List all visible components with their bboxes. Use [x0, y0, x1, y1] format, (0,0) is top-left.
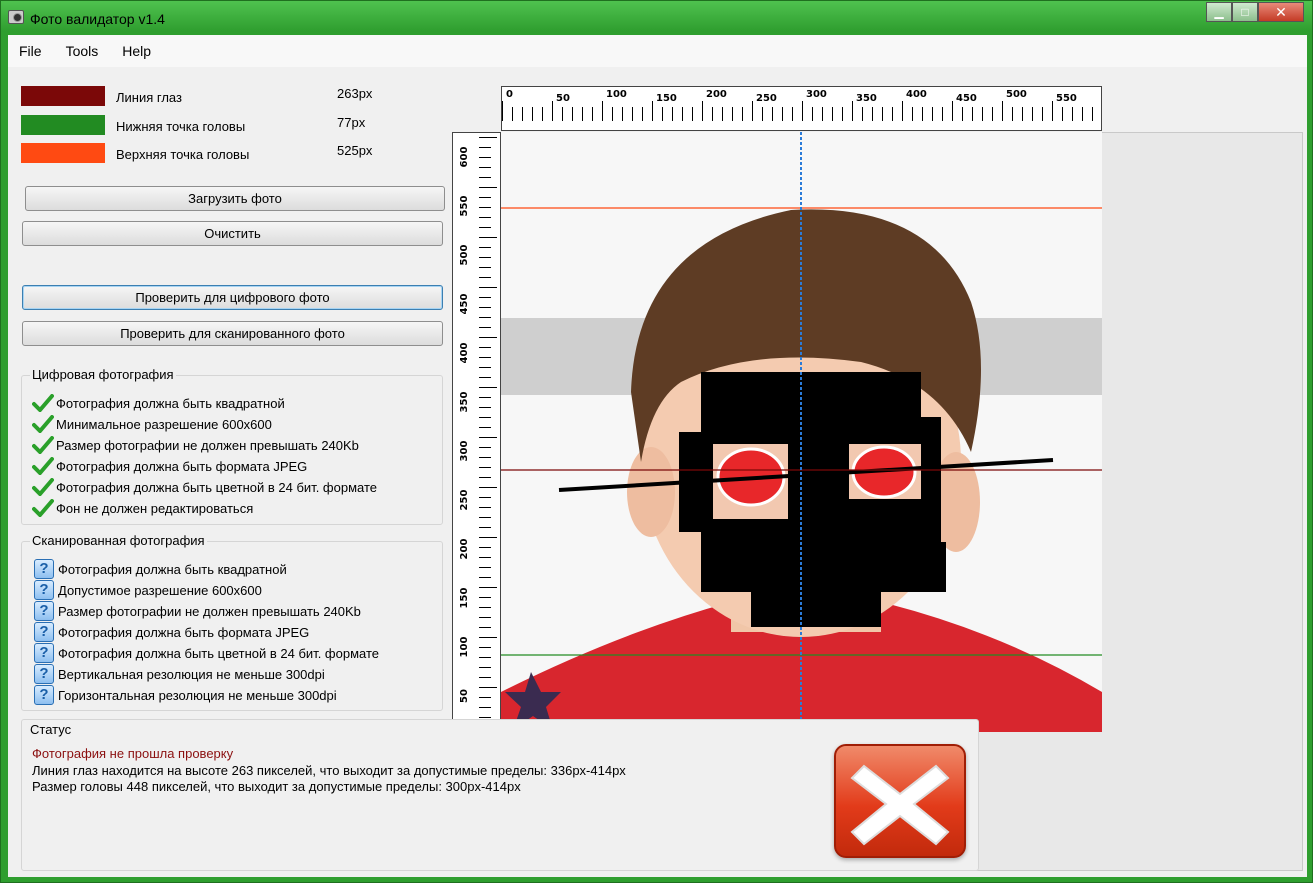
ruler-label: 550 — [459, 196, 470, 217]
chin-point-label: Нижняя точка головы — [116, 119, 246, 134]
menu-help[interactable]: Help — [119, 41, 154, 61]
ruler-label: 400 — [906, 89, 927, 100]
ruler-label: 50 — [459, 689, 470, 703]
ruler-label: 450 — [956, 93, 977, 104]
ruler-label: 350 — [459, 392, 470, 413]
top-point-value: 525px — [337, 143, 373, 158]
close-button[interactable]: ✕ — [1258, 2, 1304, 22]
digital-photo-group: Цифровая фотография Фотография должна бы… — [21, 367, 443, 525]
check-digital-button[interactable]: Проверить для цифрового фото — [22, 285, 443, 310]
question-icon: ? — [34, 685, 54, 705]
requirement-text: Фотография должна быть квадратной — [56, 396, 285, 411]
requirement-text: Вертикальная резолюция не меньше 300dpi — [58, 667, 325, 682]
title-bar[interactable]: Фото валидатор v1.4 ▁ □ ✕ — [1, 1, 1312, 35]
digital-group-title: Цифровая фотография — [30, 367, 176, 382]
ruler-label: 500 — [1006, 89, 1027, 100]
requirement-text: Фотография должна быть цветной в 24 бит.… — [58, 646, 379, 661]
ruler-label: 250 — [756, 93, 777, 104]
checkmark-icon — [32, 478, 54, 496]
requirement-text: Фотография должна быть квадратной — [58, 562, 287, 577]
requirement-text: Фотография должна быть цветной в 24 бит.… — [56, 480, 377, 495]
status-error-text: Фотография не прошла проверку — [32, 746, 234, 761]
ruler-label: 150 — [459, 588, 470, 609]
chin-point-swatch — [21, 115, 105, 135]
ruler-label: 150 — [656, 93, 677, 104]
eye-line-swatch — [21, 86, 105, 106]
ruler-label: 250 — [459, 490, 470, 511]
ruler-label: 600 — [459, 147, 470, 168]
chin-point-value: 77px — [337, 115, 366, 130]
ruler-label: 450 — [459, 294, 470, 315]
ruler-label: 400 — [459, 343, 470, 364]
question-icon: ? — [34, 559, 54, 579]
legend-top-point: Верхняя точка головы 525px — [21, 143, 401, 163]
window-controls: ▁ □ ✕ — [1206, 2, 1304, 22]
eye-line-label: Линия глаз — [116, 90, 182, 105]
legend-eye-line: Линия глаз 263px — [21, 86, 401, 106]
checkmark-icon — [32, 436, 54, 454]
ruler-label: 0 — [506, 89, 513, 100]
ruler-label: 100 — [606, 89, 627, 100]
status-title: Статус — [30, 722, 72, 737]
client-area: File Tools Help Линия глаз 263px Нижняя … — [8, 35, 1307, 877]
horizontal-ruler: 050100150200250300350400450500550600 — [501, 86, 1102, 131]
question-icon: ? — [34, 601, 54, 621]
eye-line-value: 263px — [337, 86, 373, 101]
minimize-button[interactable]: ▁ — [1206, 2, 1232, 22]
error-x-icon — [834, 744, 966, 858]
requirement-text: Фотография должна быть формата JPEG — [58, 625, 310, 640]
check-scanned-button[interactable]: Проверить для сканированного фото — [22, 321, 443, 346]
requirement-text: Фон не должен редактироваться — [56, 501, 254, 516]
maximize-button[interactable]: □ — [1232, 2, 1258, 22]
camera-icon — [8, 10, 24, 24]
ruler-label: 500 — [459, 245, 470, 266]
checkmark-icon — [32, 457, 54, 475]
top-point-swatch — [21, 143, 105, 163]
window-title: Фото валидатор v1.4 — [30, 11, 165, 27]
requirement-text: Фотография должна быть формата JPEG — [56, 459, 308, 474]
ruler-label: 300 — [459, 441, 470, 462]
app-window: Фото валидатор v1.4 ▁ □ ✕ File Tools Hel… — [0, 0, 1313, 883]
ruler-label: 100 — [459, 637, 470, 658]
ear-left — [627, 447, 675, 537]
ruler-label: 200 — [459, 539, 470, 560]
requirement-text: Допустимое разрешение 600x600 — [58, 583, 262, 598]
question-icon: ? — [34, 580, 54, 600]
checkmark-icon — [32, 415, 54, 433]
ruler-label: 50 — [556, 93, 570, 104]
status-eye-line-text: Линия глаз находится на высоте 263 пиксе… — [32, 763, 626, 778]
question-icon: ? — [34, 643, 54, 663]
scanned-group-title: Сканированная фотография — [30, 533, 207, 548]
vertical-ruler: 600 550 500 450 400 350 300 250 200 150 100 50 — [452, 132, 501, 720]
menu-bar: File Tools Help — [8, 35, 1307, 67]
menu-file[interactable]: File — [16, 41, 45, 61]
photo-preview[interactable] — [501, 132, 1102, 732]
ruler-label: 350 — [856, 93, 877, 104]
status-panel: Статус Фотография не прошла проверку Лин… — [21, 719, 979, 871]
scanned-photo-group: Сканированная фотография ? Фотография до… — [21, 533, 443, 711]
load-photo-button[interactable]: Загрузить фото — [25, 186, 445, 211]
requirement-text: Размер фотографии не должен превышать 24… — [56, 438, 359, 453]
top-point-label: Верхняя точка головы — [116, 147, 250, 162]
legend-chin-point: Нижняя точка головы 77px — [21, 115, 401, 135]
question-icon: ? — [34, 622, 54, 642]
status-head-size-text: Размер головы 448 пикселей, что выходит … — [32, 779, 521, 794]
requirement-text: Минимальное разрешение 600x600 — [56, 417, 272, 432]
requirement-text: Горизонтальная резолюция не меньше 300dp… — [58, 688, 337, 703]
checkmark-icon — [32, 499, 54, 517]
requirement-text: Размер фотографии не должен превышать 24… — [58, 604, 361, 619]
ruler-label: 200 — [706, 89, 727, 100]
question-icon: ? — [34, 664, 54, 684]
clear-button[interactable]: Очистить — [22, 221, 443, 246]
menu-tools[interactable]: Tools — [63, 41, 102, 61]
ruler-label: 300 — [806, 89, 827, 100]
ruler-label: 550 — [1056, 93, 1077, 104]
checkmark-icon — [32, 394, 54, 412]
